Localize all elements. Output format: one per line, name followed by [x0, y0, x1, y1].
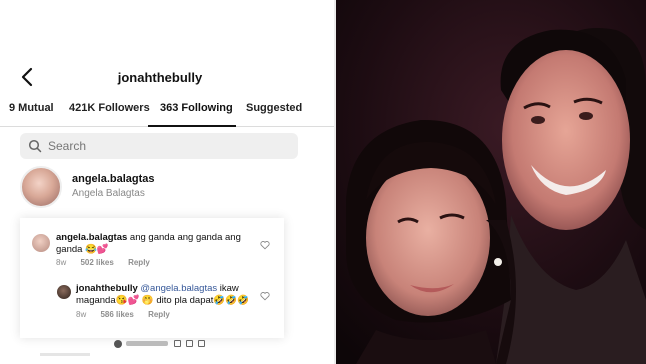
post-thumbnail-header — [100, 338, 220, 350]
comment-likes[interactable]: 502 likes — [80, 258, 113, 267]
thumbnail-flag-icon — [186, 340, 193, 347]
reply-mention[interactable]: @angela.balagtas — [140, 283, 217, 294]
thumbnail-username-blur — [126, 341, 168, 346]
search-icon — [28, 139, 42, 153]
user-list-item[interactable]: angela.balagtas Angela Balagtas — [20, 166, 320, 210]
thumbnail-avatar — [114, 340, 122, 348]
reply-author[interactable]: jonahthebully — [76, 283, 138, 294]
tab-followers[interactable]: 421K Followers — [69, 102, 150, 114]
user-handle[interactable]: angela.balagtas — [72, 173, 155, 185]
search-input[interactable] — [48, 136, 288, 156]
reply-text: jonahthebully @angela.balagtas ikaw maga… — [76, 283, 266, 307]
comment-time: 8w — [56, 258, 67, 267]
reply-button[interactable]: Reply — [148, 310, 170, 319]
active-tab-indicator — [148, 125, 236, 127]
instagram-following-panel: jonahthebully 9 Mutual 421K Followers 36… — [0, 0, 334, 364]
reply-button[interactable]: Reply — [128, 258, 150, 267]
avatar[interactable] — [20, 166, 62, 208]
comment-text: angela.balagtas ang ganda ang ganda ang … — [56, 232, 266, 256]
comment-avatar[interactable] — [32, 234, 50, 252]
comment-author[interactable]: angela.balagtas — [56, 232, 127, 243]
heart-icon[interactable] — [260, 291, 270, 301]
thumbnail-info-icon — [198, 340, 205, 347]
follow-tabs: 9 Mutual 421K Followers 363 Following Su… — [0, 98, 334, 127]
tab-suggested[interactable]: Suggested — [246, 102, 302, 114]
user-full-name: Angela Balagtas — [72, 188, 145, 199]
page-title: jonahthebully — [117, 70, 203, 85]
tab-following[interactable]: 363 Following — [160, 102, 233, 114]
tab-mutual[interactable]: 9 Mutual — [9, 102, 54, 114]
reply-meta: 8w 586 likes Reply — [76, 310, 182, 319]
thumbnail-divider — [40, 353, 90, 356]
reply-time: 8w — [76, 310, 87, 319]
photo-illustration — [336, 0, 646, 364]
search-bar[interactable] — [20, 133, 298, 159]
reply-likes[interactable]: 586 likes — [100, 310, 133, 319]
comment-meta: 8w 502 likes Reply — [56, 258, 162, 267]
reply-avatar[interactable] — [57, 285, 71, 299]
profile-header: jonahthebully — [0, 62, 334, 92]
heart-icon[interactable] — [260, 240, 270, 250]
couple-photo — [336, 0, 646, 364]
thumbnail-video-icon — [174, 340, 181, 347]
